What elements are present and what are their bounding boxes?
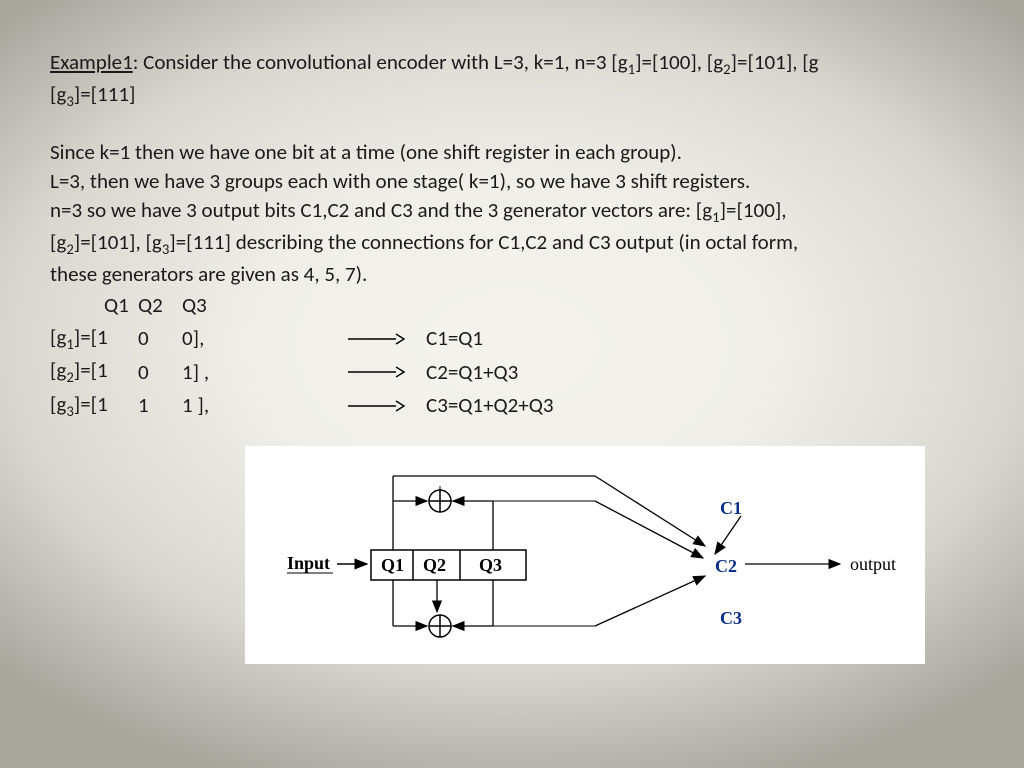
diagram-c2: C2 — [715, 556, 737, 576]
diagram-q3: Q3 — [479, 555, 502, 575]
title-label: Example1 — [50, 49, 133, 75]
sub-1: 1 — [628, 60, 635, 78]
slide-content: Example1: Consider the convolutional enc… — [0, 0, 1024, 664]
diagram-output-label: output — [850, 554, 896, 574]
sub-3: 3 — [66, 92, 73, 110]
encoder-diagram: Input Q1 Q2 Q3 — [245, 446, 925, 664]
sub-2: 2 — [723, 60, 730, 78]
gen-row-label: [g2]=[1 — [50, 356, 94, 388]
gen-equation: C3=Q1+Q2+Q3 — [426, 391, 646, 420]
p2-line5: these generators are given as 4, 5, 7). — [50, 260, 974, 289]
gen-row-label: [g1]=[1 — [50, 323, 94, 355]
title-text-4: ]=[111] — [74, 81, 136, 107]
diagram-input-label: Input — [287, 553, 330, 573]
p2-line3: n=3 so we have 3 output bits C1,C2 and C… — [50, 196, 974, 228]
title-text-2: ]=[100], [g — [635, 49, 723, 75]
hdr-q2: Q2 — [138, 291, 182, 320]
title-text-3: ]=[101], [g — [731, 49, 819, 75]
generator-table: Q1 Q2 Q3 [g1]=[100],C1=Q1[g2]=[101] ,C2=… — [50, 291, 974, 422]
hdr-q1: Q1 — [94, 291, 138, 320]
diagram-svg: Input Q1 Q2 Q3 — [245, 446, 925, 664]
diagram-q2: Q2 — [423, 555, 446, 575]
p2-line4: [g2]=[101], [g3]=[111] describing the co… — [50, 228, 974, 260]
arrow-icon — [346, 331, 426, 347]
gen-equation: C1=Q1 — [426, 324, 646, 353]
title-text-1: : Consider the convolutional encoder wit… — [133, 49, 628, 75]
gen-equation: C2=Q1+Q3 — [426, 358, 646, 387]
example-title: Example1: Consider the convolutional enc… — [50, 48, 974, 112]
diagram-q1: Q1 — [381, 555, 404, 575]
gen-row-label: [g3]=[1 — [50, 390, 94, 422]
p2-line2: L=3, then we have 3 groups each with one… — [50, 167, 974, 196]
diagram-c3: C3 — [720, 608, 742, 628]
arrow-icon — [346, 364, 426, 380]
explanation-paragraph: Since k=1 then we have one bit at a time… — [50, 138, 974, 290]
diagram-c1: C1 — [720, 498, 742, 518]
title-text-4a: [g — [50, 81, 66, 107]
hdr-q3: Q3 — [182, 291, 226, 320]
p2-line1: Since k=1 then we have one bit at a time… — [50, 138, 974, 167]
arrow-icon — [346, 398, 426, 414]
